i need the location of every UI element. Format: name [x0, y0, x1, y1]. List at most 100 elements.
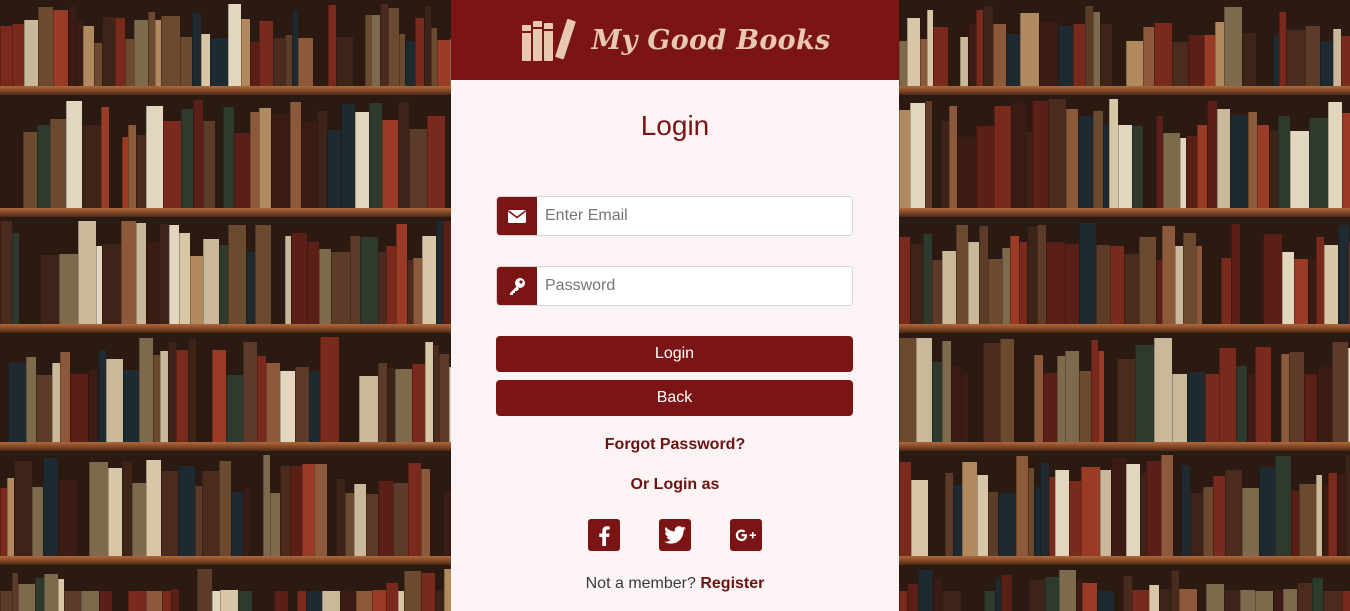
book-spine	[44, 574, 58, 611]
book-spine	[1069, 481, 1081, 556]
book-spine	[1224, 590, 1240, 611]
twitter-icon[interactable]	[659, 519, 691, 551]
book-spine	[899, 462, 911, 556]
shelf-plank	[899, 208, 1350, 217]
book-spine	[250, 42, 259, 86]
book-spine	[961, 373, 968, 442]
book-spine	[1341, 36, 1350, 86]
book-spine	[1205, 374, 1219, 442]
book-spine	[24, 20, 38, 86]
back-button[interactable]: Back	[496, 380, 853, 416]
book-spine	[979, 226, 988, 324]
book-spine	[1040, 463, 1049, 556]
book-spine	[1011, 103, 1026, 208]
book-spine	[336, 37, 353, 86]
book-spine	[1045, 577, 1059, 611]
book-spine	[899, 41, 907, 86]
email-field[interactable]	[537, 197, 852, 235]
book-spine	[1048, 99, 1066, 208]
book-spine	[941, 121, 949, 208]
book-spine	[988, 492, 998, 556]
book-spine	[1324, 245, 1338, 324]
book-spine	[0, 26, 12, 86]
book-spine	[1328, 102, 1342, 208]
book-spine	[1188, 35, 1204, 86]
book-spine	[195, 486, 202, 556]
book-spine	[1294, 259, 1308, 324]
book-spine	[977, 475, 988, 556]
book-spine	[309, 371, 320, 442]
book-spine	[327, 130, 341, 208]
book-spine	[923, 234, 932, 324]
book-spine	[1273, 589, 1283, 611]
book-spine	[168, 342, 176, 442]
book-spine	[1278, 116, 1290, 208]
shelf-plank	[0, 208, 451, 217]
book-spine	[153, 355, 160, 442]
book-spine	[7, 478, 14, 556]
book-spine	[0, 488, 7, 556]
book-spine	[408, 463, 421, 556]
facebook-icon[interactable]	[588, 519, 620, 551]
forgot-password-link[interactable]: Forgot Password?	[451, 436, 899, 454]
book-spine	[413, 258, 422, 324]
book-spine	[231, 492, 243, 556]
book-spine	[1333, 29, 1341, 86]
password-field[interactable]	[537, 267, 852, 305]
book-spine	[1006, 34, 1020, 86]
book-spine	[933, 27, 948, 86]
book-spine	[128, 591, 146, 611]
book-spine	[976, 10, 983, 86]
book-spine	[409, 129, 427, 208]
book-spine	[984, 591, 995, 611]
book-spine	[259, 21, 273, 86]
book-spine	[331, 252, 350, 324]
book-spine	[1242, 33, 1256, 86]
book-spine	[1163, 133, 1180, 208]
book-spine	[1079, 223, 1096, 324]
book-spine	[1279, 12, 1286, 86]
book-spine	[1073, 24, 1085, 86]
book-spine	[421, 469, 430, 556]
book-spine	[0, 591, 12, 611]
book-spine	[350, 236, 360, 324]
book-spine	[139, 338, 153, 442]
book-spine	[993, 24, 1006, 86]
register-link[interactable]: Register	[700, 575, 764, 592]
login-button[interactable]: Login	[496, 336, 853, 372]
book-spine	[1190, 493, 1203, 556]
book-spine	[380, 4, 388, 86]
book-spine	[1175, 246, 1183, 324]
book-spine	[372, 590, 386, 611]
book-spine	[38, 7, 53, 86]
bookshelf-background-left	[0, 0, 451, 611]
book-spine	[290, 102, 301, 208]
book-spine	[960, 37, 968, 86]
shelf-plank	[899, 556, 1350, 565]
book-spine	[1197, 125, 1207, 208]
book-spine	[1055, 470, 1069, 556]
book-spine	[1132, 590, 1149, 611]
brand-name: My Good Books	[591, 24, 831, 56]
book-spine	[968, 242, 979, 324]
book-spine	[1124, 254, 1139, 324]
book-spine	[366, 494, 378, 556]
book-spine	[1297, 583, 1312, 611]
book-spine	[412, 364, 425, 442]
password-field-group	[496, 266, 853, 306]
page-title: Login	[640, 110, 710, 141]
google-plus-icon[interactable]	[730, 519, 762, 551]
book-spine	[102, 17, 115, 86]
book-spine	[1308, 258, 1316, 324]
book-spine	[907, 18, 920, 86]
book-spine	[1221, 258, 1231, 324]
book-spine	[88, 370, 98, 442]
book-spine	[1282, 252, 1294, 324]
book-spine	[1183, 233, 1196, 324]
book-spine	[1146, 461, 1161, 556]
book-spine	[1123, 576, 1132, 611]
book-spine	[1290, 131, 1309, 208]
book-spine	[951, 366, 961, 442]
book-spine	[108, 468, 122, 556]
book-spine	[1186, 136, 1197, 208]
